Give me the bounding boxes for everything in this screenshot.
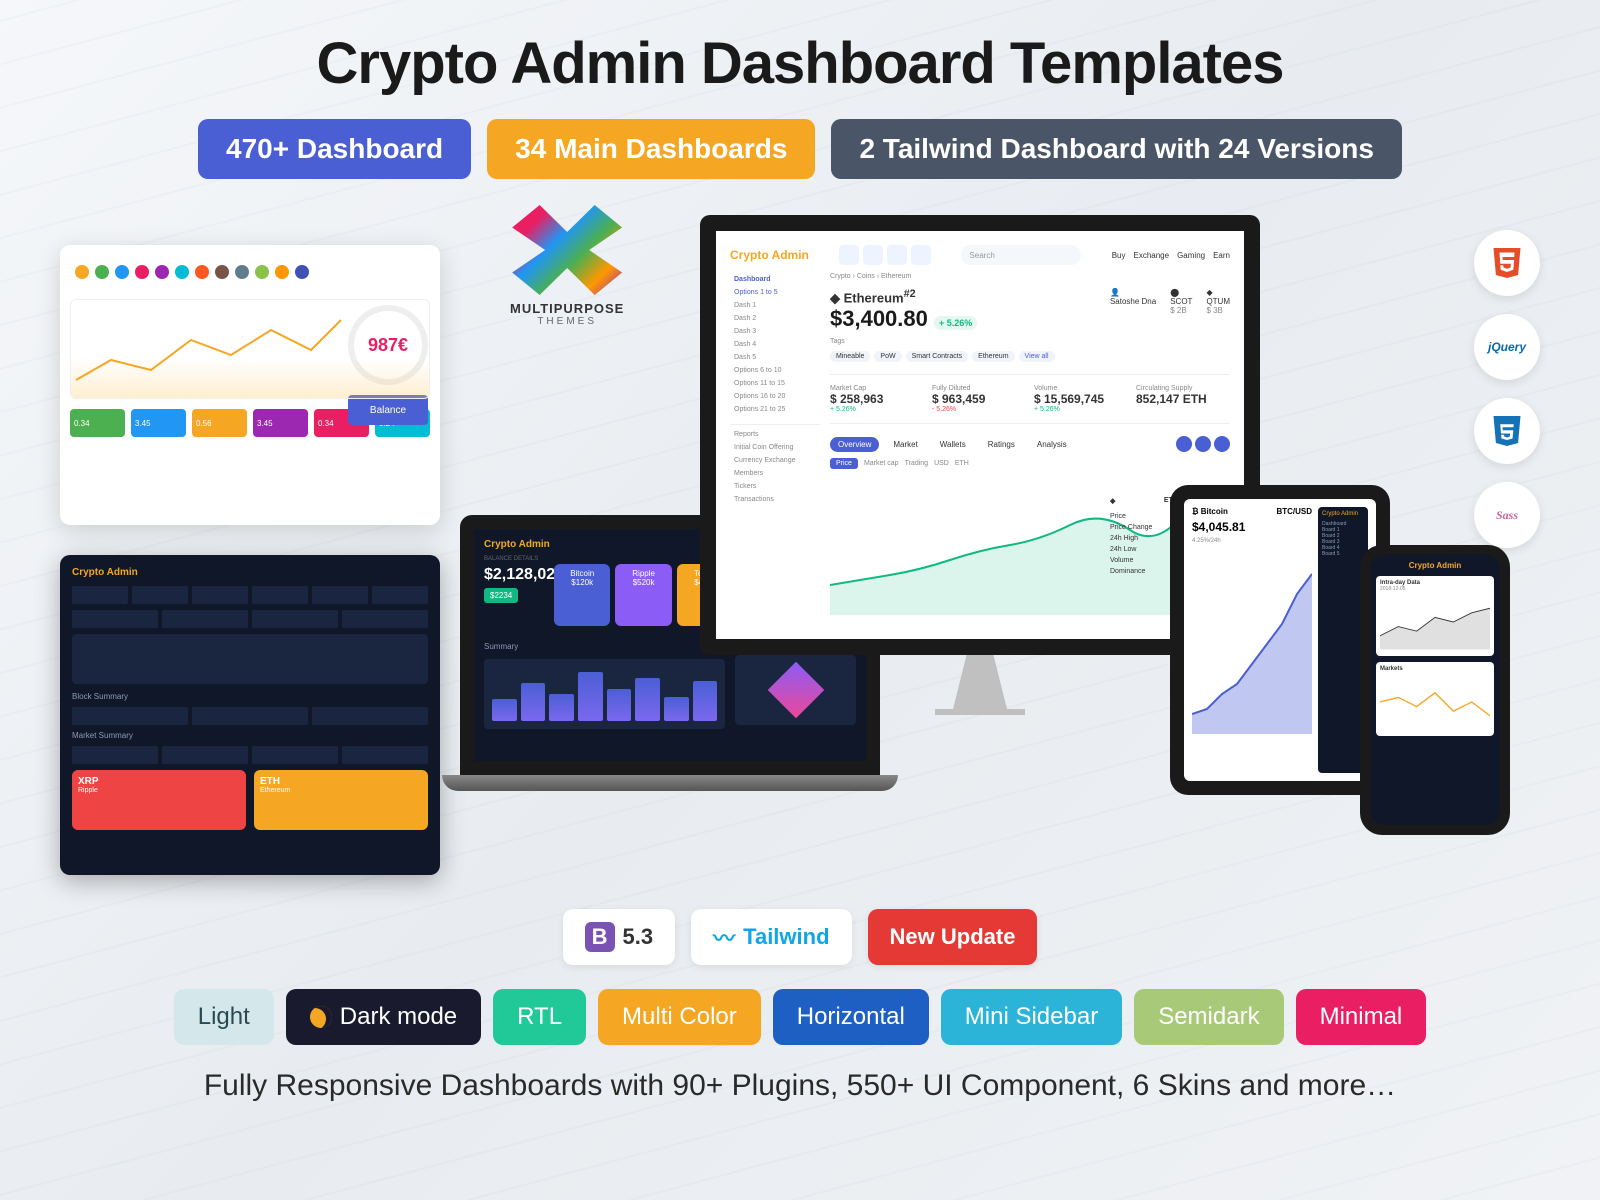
pill-dashboard-count: 470+ Dashboard — [198, 119, 471, 179]
nav-buy[interactable]: Buy — [1112, 251, 1126, 260]
theme-light: Light — [174, 989, 274, 1045]
theme-dark: Dark mode — [286, 989, 481, 1045]
tab-overview[interactable]: Overview — [830, 437, 879, 452]
tab-ratings[interactable]: Ratings — [980, 437, 1023, 452]
monitor-brand: Crypto Admin — [730, 248, 809, 262]
pill-tailwind-versions: 2 Tailwind Dashboard with 24 Versions — [831, 119, 1402, 179]
tab-wallets[interactable]: Wallets — [932, 437, 974, 452]
new-update-badge: New Update — [868, 909, 1038, 965]
light-dashboard-preview: 987€ Balance 0.34 3.45 0.56 3.45 0.34 0.… — [60, 245, 440, 525]
multipurpose-logo: MULTIPURPOSE THEMES — [510, 205, 624, 327]
pill-main-dashboards: 34 Main Dashboards — [487, 119, 815, 179]
multipurpose-icon — [512, 205, 622, 295]
theme-minimal: Minimal — [1296, 989, 1427, 1045]
phone-preview: Crypto Admin Intra-day Data 2018-12-05 M… — [1360, 545, 1510, 835]
framework-row: B5.3 〰Tailwind New Update — [40, 909, 1560, 965]
logo-text-1: MULTIPURPOSE — [510, 301, 624, 316]
theme-mini-sidebar: Mini Sidebar — [941, 989, 1122, 1045]
monitor-sidebar: Dashboard Options 1 to 5 Dash 1 Dash 2 D… — [730, 273, 820, 653]
tablet-preview: ₿ BitcoinBTC/USD $4,045.81 4.25%/24h Cry… — [1170, 485, 1390, 795]
tab-analysis[interactable]: Analysis — [1029, 437, 1075, 452]
theme-multicolor: Multi Color — [598, 989, 761, 1045]
tab-market[interactable]: Market — [885, 437, 925, 452]
nav-exchange[interactable]: Exchange — [1133, 251, 1169, 260]
theme-rtl: RTL — [493, 989, 586, 1045]
page-title: Crypto Admin Dashboard Templates — [40, 30, 1560, 97]
tailwind-badge: 〰Tailwind — [691, 909, 851, 965]
feature-pills-row: 470+ Dashboard 34 Main Dashboards 2 Tail… — [40, 119, 1560, 179]
theme-horizontal: Horizontal — [773, 989, 929, 1045]
dark-dashboard-preview: Crypto Admin Block Summary Market Summar… — [60, 555, 440, 875]
nav-earn[interactable]: Earn — [1213, 251, 1230, 260]
theme-semidark: Semidark — [1134, 989, 1283, 1045]
nav-gaming[interactable]: Gaming — [1177, 251, 1205, 260]
bootstrap-badge: B5.3 — [563, 909, 676, 965]
theme-row: Light Dark mode RTL Multi Color Horizont… — [40, 989, 1560, 1045]
footer-text: Fully Responsive Dashboards with 90+ Plu… — [40, 1069, 1560, 1103]
moon-icon — [310, 1006, 332, 1028]
logo-text-2: THEMES — [510, 316, 624, 327]
search-input[interactable]: Search — [961, 245, 1081, 265]
